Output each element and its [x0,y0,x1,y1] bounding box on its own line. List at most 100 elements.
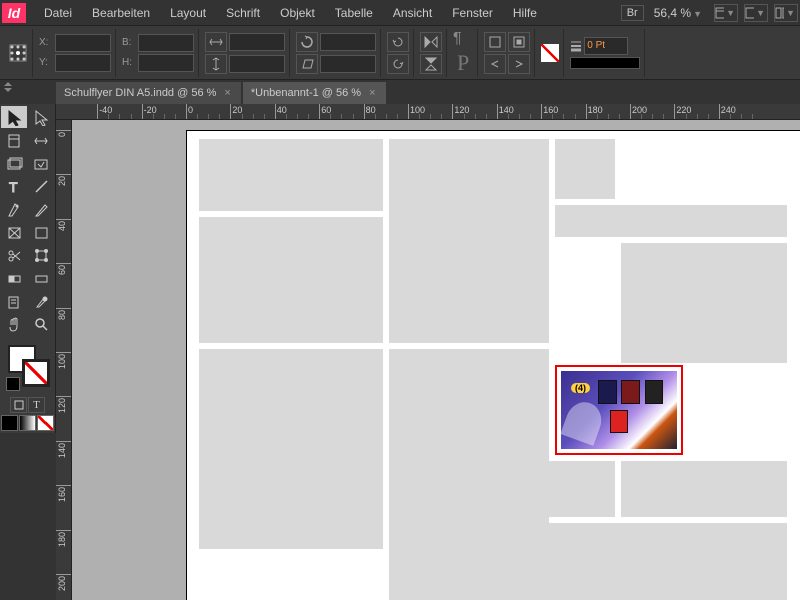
image-frame[interactable] [389,523,787,600]
tab-close-icon[interactable]: × [222,87,232,99]
place-count-badge: (4) [571,383,590,393]
char-icon[interactable]: P [453,50,473,76]
placed-image[interactable]: (4) [561,371,677,449]
document-tab-bar: Schulflyer DIN A5.indd @ 56 %×*Unbenannt… [0,80,800,104]
format-text-icon[interactable]: T [28,397,45,413]
scale-x-input[interactable] [229,33,285,51]
rectangle-tool[interactable] [28,221,54,243]
select-prev-icon[interactable] [484,54,506,74]
reference-point-icon[interactable] [8,43,28,63]
tab-close-icon[interactable]: × [367,87,377,99]
flip-v-icon[interactable] [420,54,442,74]
w-input[interactable] [138,34,194,52]
menu-item-datei[interactable]: Datei [34,6,82,20]
selected-frame[interactable]: (4) [555,365,683,455]
apply-gradient-icon[interactable] [19,415,36,431]
pen-tool[interactable] [1,198,27,220]
document-tab[interactable]: Schulflyer DIN A5.indd @ 56 %× [56,82,241,104]
panel-collapse-icon[interactable] [4,82,14,92]
menu-item-hilfe[interactable]: Hilfe [503,6,547,20]
default-colors-icon[interactable] [6,377,20,391]
menu-item-schrift[interactable]: Schrift [216,6,270,20]
h-input[interactable] [138,54,194,72]
rectangle-frame-tool[interactable] [1,221,27,243]
view-options-icon[interactable]: ▼ [714,4,738,22]
screen-mode-icon[interactable]: ▼ [744,4,768,22]
toolbox: T T [0,104,56,433]
rotate-cw-icon[interactable] [387,54,409,74]
image-frame[interactable] [199,217,383,343]
free-transform-tool[interactable] [28,244,54,266]
pencil-tool[interactable] [28,198,54,220]
gradient-feather-tool[interactable] [28,267,54,289]
content-collector-tool[interactable] [1,152,27,174]
scissors-tool[interactable] [1,244,27,266]
control-bar: X: Y: B: H: ¶ P [0,26,800,80]
page[interactable]: (4) [186,130,800,600]
rotate-ccw-icon[interactable] [387,32,409,52]
select-container-icon[interactable] [484,32,506,52]
y-label: Y: [39,57,53,68]
gradient-swatch-tool[interactable] [1,267,27,289]
image-frame[interactable] [389,349,549,549]
menu-bar: Id DateiBearbeitenLayoutSchriftObjektTab… [0,0,800,26]
w-label: B: [122,37,136,48]
line-tool[interactable] [28,175,54,197]
image-frame[interactable] [555,205,787,237]
select-content-icon[interactable] [508,32,530,52]
horizontal-ruler[interactable]: -40-20020406080100120140160180200220240 [56,104,800,120]
page-tool[interactable] [1,129,27,151]
h-label: H: [122,57,136,68]
apply-none-icon[interactable] [37,415,54,431]
stroke-style-dropdown[interactable] [570,57,640,69]
apply-color-icon[interactable] [1,415,18,431]
svg-text:T: T [9,179,18,195]
rotate-icon[interactable] [296,32,318,52]
shear-input[interactable] [320,55,376,73]
flip-h-icon[interactable] [420,32,442,52]
document-tab[interactable]: *Unbenannt-1 @ 56 %× [243,82,386,104]
bridge-button[interactable]: Br [621,5,644,21]
menu-item-objekt[interactable]: Objekt [270,6,325,20]
menu-item-ansicht[interactable]: Ansicht [383,6,442,20]
note-tool[interactable] [1,290,27,312]
canvas[interactable]: (4) [72,120,800,600]
image-frame[interactable] [555,139,615,199]
zoom-level[interactable]: 56,4 %▼ [650,6,708,20]
rotate-input[interactable] [320,33,376,51]
gap-tool[interactable] [28,129,54,151]
image-frame[interactable] [389,461,615,517]
zoom-tool[interactable] [28,313,54,335]
image-frame[interactable] [199,349,383,549]
image-frame[interactable] [389,139,549,343]
scale-x-icon[interactable] [205,32,227,52]
menu-item-tabelle[interactable]: Tabelle [325,6,383,20]
select-next-icon[interactable] [508,54,530,74]
content-placer-tool[interactable] [28,152,54,174]
eyedropper-tool[interactable] [28,290,54,312]
paragraph-icon[interactable]: ¶ [453,30,473,48]
stroke-weight-input[interactable] [584,37,628,55]
shear-icon[interactable] [296,54,318,74]
stroke-swatch[interactable] [22,359,50,387]
type-tool[interactable]: T [1,175,27,197]
x-input[interactable] [55,34,111,52]
scale-y-input[interactable] [229,55,285,73]
scale-y-icon[interactable] [205,54,227,74]
hand-tool[interactable] [1,313,27,335]
color-swatch-area[interactable] [6,343,50,393]
image-frame[interactable] [199,139,383,211]
image-frame[interactable] [621,243,787,363]
x-label: X: [39,37,53,48]
y-input[interactable] [55,54,111,72]
fill-none-swatch[interactable] [541,44,559,62]
direct-selection-tool[interactable] [28,106,54,128]
arrange-docs-icon[interactable]: ▼ [774,4,798,22]
selection-tool[interactable] [1,106,27,128]
menu-item-fenster[interactable]: Fenster [442,6,503,20]
menu-item-bearbeiten[interactable]: Bearbeiten [82,6,160,20]
menu-item-layout[interactable]: Layout [160,6,216,20]
image-frame[interactable] [621,461,787,517]
format-container-icon[interactable] [10,397,27,413]
vertical-ruler[interactable]: -40-20020406080100120140160180200220240 [56,120,72,600]
